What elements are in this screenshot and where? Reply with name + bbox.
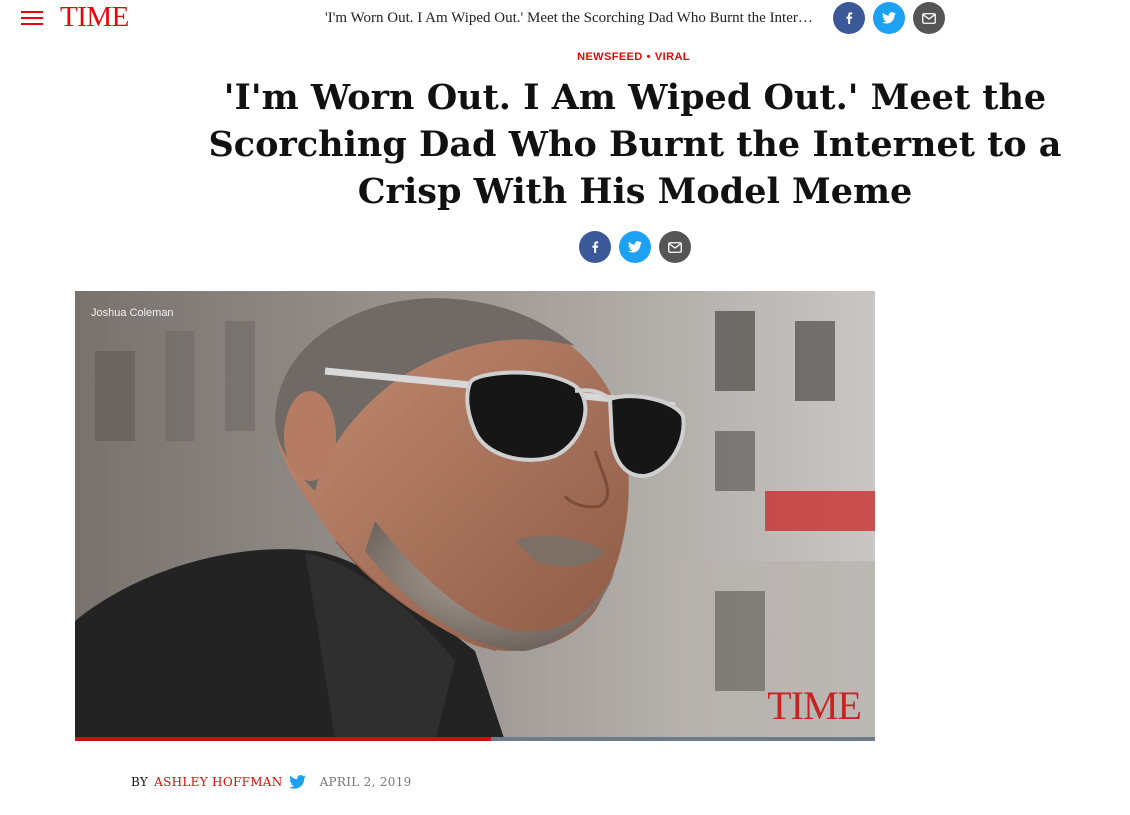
- byline: BY ASHLEY HOFFMAN APRIL 2, 2019: [131, 775, 412, 789]
- time-logo[interactable]: TIME: [60, 2, 129, 32]
- article-headline: 'I'm Worn Out. I Am Wiped Out.' Meet the…: [208, 77, 1062, 212]
- email-icon: [668, 241, 682, 253]
- facebook-share-button[interactable]: [579, 231, 611, 263]
- twitter-icon: [628, 241, 642, 253]
- video-progress-bar[interactable]: [75, 737, 875, 741]
- twitter-share-button[interactable]: [619, 231, 651, 263]
- publish-date: APRIL 2, 2019: [319, 775, 412, 789]
- time-watermark: TIME: [767, 683, 862, 728]
- hamburger-menu-icon[interactable]: [21, 10, 43, 26]
- hero-video[interactable]: Joshua Coleman TIME: [75, 291, 875, 741]
- sticky-article-title: 'I'm Worn Out. I Am Wiped Out.' Meet the…: [325, 10, 815, 26]
- section-kicker: NEWSFEED • VIRAL: [0, 51, 1130, 63]
- kicker-section-newsfeed[interactable]: NEWSFEED: [577, 51, 643, 63]
- author-link[interactable]: ASHLEY HOFFMAN: [154, 775, 282, 789]
- twitter-icon: [882, 12, 896, 24]
- facebook-icon: [846, 12, 853, 24]
- hero-photo: [75, 291, 875, 741]
- article-share-buttons: [579, 231, 691, 263]
- video-progress-fill: [75, 737, 491, 741]
- email-icon: [922, 12, 936, 24]
- top-share-buttons: [833, 2, 945, 34]
- top-bar: TIME 'I'm Worn Out. I Am Wiped Out.' Mee…: [0, 0, 1130, 36]
- twitter-share-button[interactable]: [873, 2, 905, 34]
- facebook-icon: [592, 241, 599, 253]
- kicker-section-viral[interactable]: VIRAL: [655, 51, 690, 63]
- email-share-button[interactable]: [913, 2, 945, 34]
- kicker-separator: •: [646, 51, 651, 63]
- byline-prefix: BY: [131, 775, 149, 789]
- facebook-share-button[interactable]: [833, 2, 865, 34]
- photo-credit: Joshua Coleman: [91, 307, 174, 319]
- article-page: TIME 'I'm Worn Out. I Am Wiped Out.' Mee…: [0, 0, 1130, 815]
- twitter-icon[interactable]: [288, 775, 306, 789]
- email-share-button[interactable]: [659, 231, 691, 263]
